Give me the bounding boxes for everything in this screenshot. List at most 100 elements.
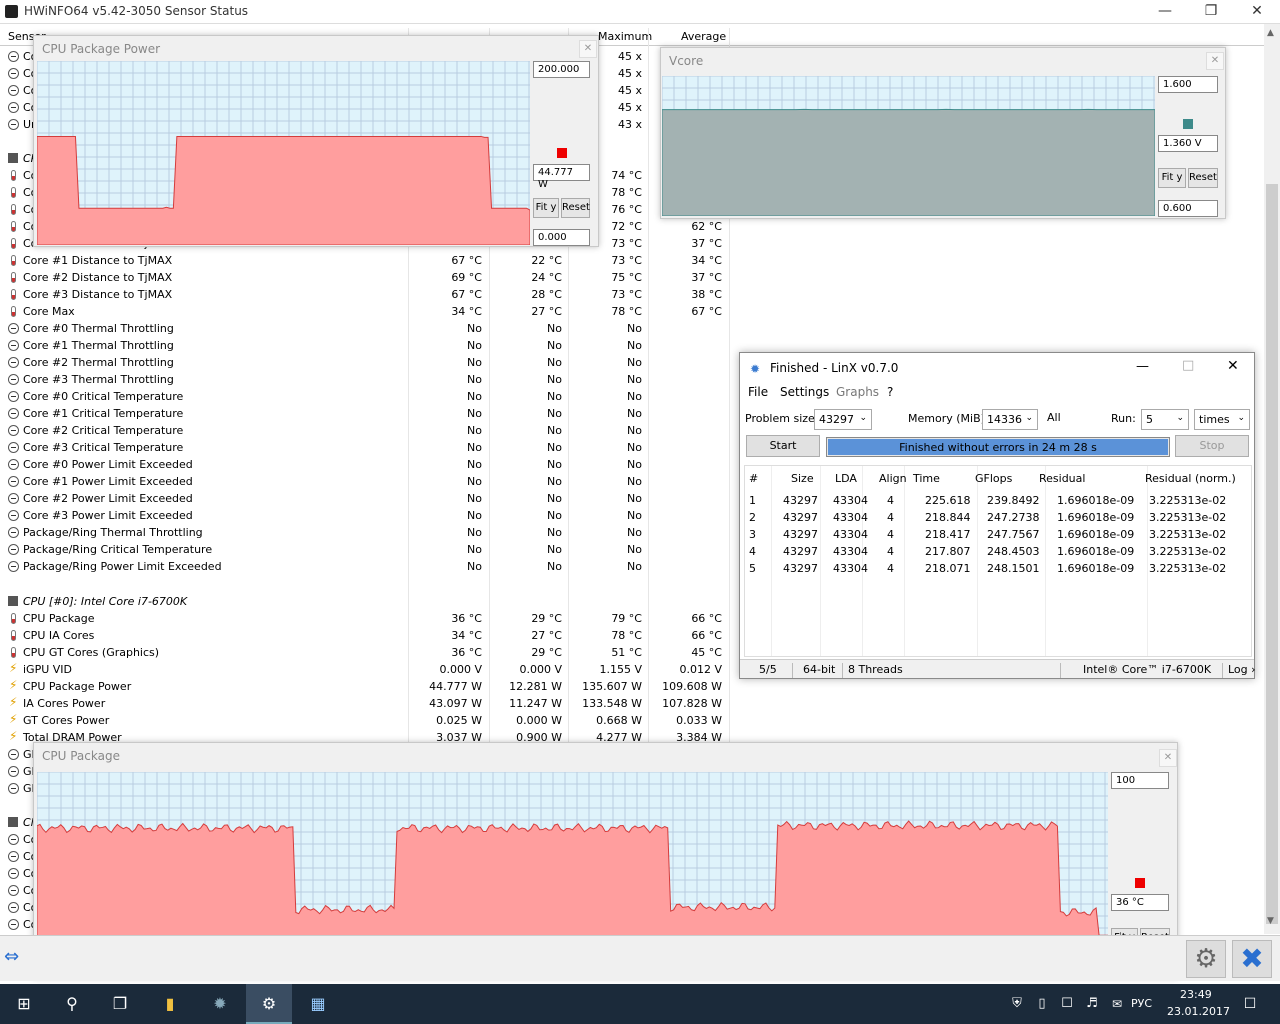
- maximize-button[interactable]: ❐: [1188, 0, 1234, 24]
- sensor-row[interactable]: Core #2 Distance to TjMAX 69 °C 24 °C 75 °C…: [0, 269, 730, 286]
- graph-top-value[interactable]: 1.600: [1158, 76, 1218, 93]
- sensor-row[interactable]: Package/Ring Critical Temperature No No No: [0, 541, 730, 558]
- reset-button[interactable]: Reset: [561, 198, 590, 218]
- memory-select[interactable]: 14336 ⌄: [982, 409, 1038, 430]
- run-count-select[interactable]: 5 ⌄: [1141, 409, 1189, 430]
- graph-top-value[interactable]: 100: [1111, 772, 1169, 789]
- sensor-row[interactable]: Core Max 34 °C 27 °C 78 °C 67 °C: [0, 303, 730, 320]
- fit-y-button[interactable]: Fit y: [1158, 168, 1186, 188]
- scroll-up-icon[interactable]: ▲: [1267, 28, 1274, 38]
- graph-color-swatch[interactable]: [1183, 119, 1193, 129]
- table-row[interactable]: 4 43297 43304 4 217.807 248.4503 1.696018e-09 3…: [745, 543, 1251, 560]
- sensor-row[interactable]: Core #0 Power Limit Exceeded No No No: [0, 456, 730, 473]
- graph-window-vcore[interactable]: Vcore ✕ 1.600 1.360 V Fit y Reset 0.600: [660, 47, 1226, 219]
- sensor-row[interactable]: CPU [#0]: Intel Core i7-6700K: [0, 593, 730, 610]
- volume-icon[interactable]: ♬: [1080, 992, 1104, 1016]
- hwinfo-sensors-taskbar-icon[interactable]: ▦: [306, 992, 330, 1016]
- column-header[interactable]: Residual: [1039, 472, 1085, 485]
- sensor-row[interactable]: ⚡ IA Cores Power 43.097 W 11.247 W 133.548 W…: [0, 695, 730, 712]
- graph-window-cpu-package-power[interactable]: CPU Package Power ✕ 200.000 44.777 W Fit…: [33, 35, 599, 247]
- menu-help[interactable]: ?: [887, 385, 893, 399]
- action-center-icon[interactable]: ☐: [1238, 992, 1262, 1016]
- sensor-row[interactable]: Core #2 Thermal Throttling No No No: [0, 354, 730, 371]
- language-indicator[interactable]: РУС: [1131, 997, 1152, 1010]
- sensor-row[interactable]: Core #2 Critical Temperature No No No: [0, 422, 730, 439]
- table-row[interactable]: 5 43297 43304 4 218.071 248.1501 1.696018e-09 3…: [745, 560, 1251, 577]
- linx-taskbar-icon[interactable]: ✹: [208, 992, 232, 1016]
- hwinfo-taskbar-icon[interactable]: ⚙: [246, 984, 292, 1024]
- sensor-row[interactable]: Core #3 Distance to TjMAX 67 °C 28 °C 73 °C…: [0, 286, 730, 303]
- close-sensors-icon[interactable]: ✖: [1232, 940, 1272, 978]
- graph-top-value[interactable]: 200.000: [533, 61, 590, 78]
- sensor-row[interactable]: Core #2 Power Limit Exceeded No No No: [0, 490, 730, 507]
- log-toggle[interactable]: Log ›: [1228, 663, 1256, 676]
- graph-color-swatch[interactable]: [557, 148, 567, 158]
- column-header[interactable]: Residual (norm.): [1145, 472, 1236, 485]
- graph-close-icon[interactable]: ✕: [1159, 749, 1177, 767]
- sensor-row[interactable]: Core #0 Critical Temperature No No No: [0, 388, 730, 405]
- table-row[interactable]: 2 43297 43304 4 218.844 247.2738 1.696018e-09 3…: [745, 509, 1251, 526]
- linx-window[interactable]: ✹ Finished - LinX v0.7.0 — □ ✕ File Sett…: [739, 352, 1256, 679]
- windows-start-icon[interactable]: ⊞: [12, 992, 36, 1016]
- sensor-row[interactable]: Core #3 Critical Temperature No No No: [0, 439, 730, 456]
- reset-button[interactable]: Reset: [1188, 168, 1218, 188]
- column-header[interactable]: Time: [913, 472, 940, 485]
- problem-size-select[interactable]: 43297 ⌄: [814, 409, 872, 430]
- graph-color-swatch[interactable]: [1135, 878, 1145, 888]
- menu-settings[interactable]: Settings: [780, 385, 829, 399]
- close-button[interactable]: ✕: [1234, 0, 1280, 24]
- sensor-row[interactable]: CPU IA Cores 34 °C 27 °C 78 °C 66 °C: [0, 627, 730, 644]
- menu-file[interactable]: File: [748, 385, 768, 399]
- all-checkbox-label[interactable]: All: [1047, 411, 1061, 424]
- file-explorer-icon[interactable]: ▮: [158, 992, 182, 1016]
- table-row[interactable]: 3 43297 43304 4 218.417 247.7567 1.696018e-09 3…: [745, 526, 1251, 543]
- sensor-row[interactable]: ⚡ CPU Package Power 44.777 W 12.281 W 135.60…: [0, 678, 730, 695]
- sensor-row[interactable]: Package/Ring Thermal Throttling No No No: [0, 524, 730, 541]
- sensor-row[interactable]: CPU Package 36 °C 29 °C 79 °C 66 °C: [0, 610, 730, 627]
- sensor-row[interactable]: Package/Ring Power Limit Exceeded No No No: [0, 558, 730, 575]
- search-icon[interactable]: ⚲: [60, 992, 84, 1016]
- sensor-row[interactable]: ⚡ GT Cores Power 0.025 W 0.000 W 0.668 W 0.03…: [0, 712, 730, 729]
- clock-time[interactable]: 23:49: [1180, 988, 1212, 1001]
- scroll-down-icon[interactable]: ▼: [1267, 916, 1274, 926]
- defender-shield-icon[interactable]: ⛨: [1005, 992, 1029, 1016]
- column-header[interactable]: Align: [879, 472, 907, 485]
- network-icon[interactable]: ☐: [1055, 992, 1079, 1016]
- sensor-row[interactable]: ⚡ iGPU VID 0.000 V 0.000 V 1.155 V 0.012 V: [0, 661, 730, 678]
- scrollbar-thumb[interactable]: [1266, 184, 1278, 924]
- column-header[interactable]: LDA: [835, 472, 857, 485]
- sensor-row[interactable]: Core #0 Thermal Throttling No No No: [0, 320, 730, 337]
- sensor-row[interactable]: Core #1 Distance to TjMAX 67 °C 22 °C 73 °C…: [0, 252, 730, 269]
- column-header[interactable]: GFlops: [975, 472, 1012, 485]
- sensor-row[interactable]: CPU GT Cores (Graphics) 36 °C 29 °C 51 °C 45…: [0, 644, 730, 661]
- vertical-scrollbar[interactable]: ▲ ▼: [1264, 24, 1280, 934]
- start-button[interactable]: Start: [746, 435, 820, 457]
- sensor-row[interactable]: Core #1 Power Limit Exceeded No No No: [0, 473, 730, 490]
- linx-minimize-button[interactable]: —: [1136, 359, 1149, 374]
- graph-bottom-value[interactable]: 0.600: [1158, 200, 1218, 217]
- table-row[interactable]: 1 43297 43304 4 225.618 239.8492 1.696018e-09 3…: [745, 492, 1251, 509]
- usb-icon[interactable]: ▯: [1030, 992, 1054, 1016]
- col-maximum[interactable]: Maximum: [598, 30, 652, 43]
- linx-maximize-button[interactable]: □: [1182, 358, 1194, 373]
- stop-button[interactable]: Stop: [1175, 435, 1249, 457]
- notification-chat-icon[interactable]: ✉: [1105, 992, 1129, 1016]
- column-header[interactable]: #: [749, 472, 758, 485]
- menu-graphs[interactable]: Graphs: [836, 385, 879, 399]
- arrows-icon[interactable]: ⇔: [4, 946, 19, 967]
- sensor-row[interactable]: Core #1 Critical Temperature No No No: [0, 405, 730, 422]
- settings-gear-icon[interactable]: ⚙: [1186, 940, 1226, 978]
- fit-y-button[interactable]: Fit y: [533, 198, 559, 218]
- col-average[interactable]: Average: [681, 30, 726, 43]
- sensor-row[interactable]: Core #3 Power Limit Exceeded No No No: [0, 507, 730, 524]
- column-header[interactable]: Size: [791, 472, 814, 485]
- task-view-icon[interactable]: ❐: [108, 992, 132, 1016]
- sensor-row[interactable]: Core #3 Thermal Throttling No No No: [0, 371, 730, 388]
- clock-date[interactable]: 23.01.2017: [1167, 1005, 1230, 1018]
- graph-close-icon[interactable]: ✕: [1206, 52, 1224, 70]
- sensor-row[interactable]: Core #1 Thermal Throttling No No No: [0, 337, 730, 354]
- minimize-button[interactable]: —: [1142, 0, 1188, 24]
- linx-close-button[interactable]: ✕: [1227, 358, 1239, 374]
- graph-bottom-value[interactable]: 0.000: [533, 229, 590, 246]
- graph-close-icon[interactable]: ✕: [579, 40, 597, 58]
